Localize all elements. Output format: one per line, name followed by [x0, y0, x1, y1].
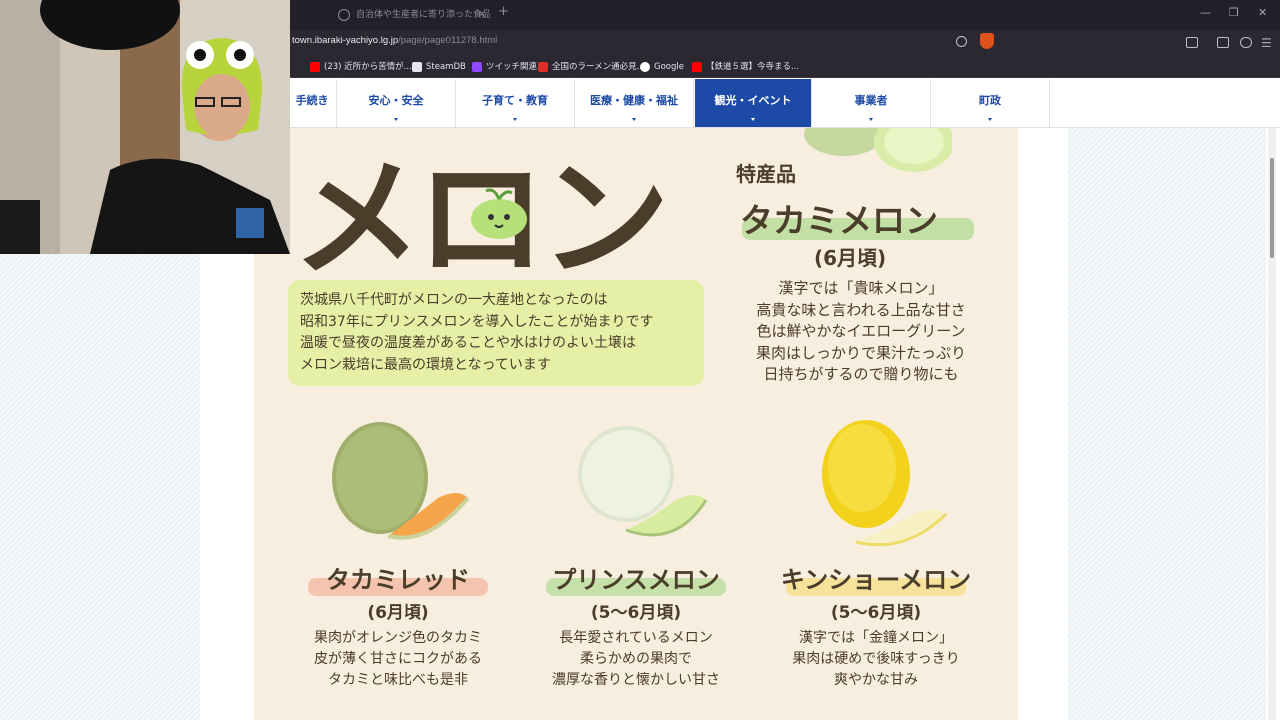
- nav-business[interactable]: 事業者: [812, 79, 931, 127]
- melon-name: プリンスメロン: [552, 566, 720, 594]
- intro-text-box: 茨城県八千代町がメロンの一大産地となったのは 昭和37年にプリンスメロンを導入し…: [288, 280, 704, 386]
- browser-tab[interactable]: 自治体や生産者に寄り添った食品開発 ×: [330, 4, 490, 26]
- nav-tourism[interactable]: 観光・イベント: [695, 79, 812, 127]
- menu-icon[interactable]: ☰: [1261, 36, 1272, 50]
- url-host: town.ibaraki-yachiyo.lg.jp: [292, 35, 399, 46]
- extensions-icon[interactable]: [1186, 37, 1198, 48]
- melon-card-prince: プリンスメロン (5～6月頃) 長年愛されているメロン 柔らかめの果肉で 濃厚な…: [526, 418, 746, 720]
- featured-melon-name: タカミメロン: [740, 201, 938, 240]
- melon-season: (6月頃): [367, 603, 429, 623]
- bookmark-item[interactable]: 全国のラーメン通必見...: [538, 60, 645, 74]
- melon-mascot-icon: [471, 188, 527, 239]
- bookmark-item[interactable]: 【鉄道５選】今寺まる...: [692, 60, 799, 74]
- steamdb-icon: [412, 62, 422, 72]
- melon-card-kinsho: キンショーメロン (5～6月頃) 漢字では「金鐘メロン」 果肉は硬めで後味すっき…: [766, 418, 986, 720]
- melon-season: (5～6月頃): [590, 603, 682, 623]
- nav-administration[interactable]: 町政: [931, 79, 1050, 127]
- new-tab-button[interactable]: +: [498, 4, 509, 19]
- streamer-webcam-image: [0, 0, 290, 254]
- tab-title: 自治体や生産者に寄り添った食品開発: [356, 10, 490, 20]
- specialty-label: 特産品: [736, 162, 796, 186]
- url-field[interactable]: town.ibaraki-yachiyo.lg.jp/page/page0112…: [292, 35, 497, 46]
- minimize-icon[interactable]: —: [1200, 6, 1211, 19]
- bookmark-item[interactable]: Google: [640, 60, 684, 74]
- featured-melon-season: (6月頃): [814, 246, 887, 270]
- kinsho-melon-image: [822, 420, 948, 547]
- folder-icon: [472, 62, 482, 72]
- globe-icon: [338, 9, 350, 21]
- reader-icon[interactable]: [1240, 37, 1252, 48]
- brave-shield-icon[interactable]: [980, 33, 994, 49]
- melon-name: タカミレッド: [326, 566, 470, 594]
- takami-red-melon-image: [332, 422, 470, 540]
- zoom-icon[interactable]: [956, 36, 967, 47]
- bookmark-item[interactable]: (23) 近所から苦情が...: [310, 60, 412, 74]
- youtube-icon: [310, 62, 320, 72]
- close-window-icon[interactable]: ✕: [1258, 6, 1267, 19]
- melon-season: (5～6月頃): [830, 603, 922, 623]
- melon-name: キンショーメロン: [780, 566, 972, 594]
- honeydew-melon-image: [804, 128, 952, 172]
- featured-melon-description: 漢字では「貴味メロン」 高貴な味と言われる上品な甘さ 色は鮮やかなイエローグリー…: [755, 279, 966, 383]
- close-icon[interactable]: ×: [478, 4, 486, 26]
- intro-line: 昭和37年にプリンスメロンを導入したことが始まりです: [300, 313, 654, 330]
- left-background: [0, 254, 200, 720]
- melon-description: 果肉がオレンジ色のタカミ 皮が薄く甘さにコクがある タカミと味比べも是非: [314, 630, 482, 688]
- intro-line: 温暖で昼夜の温度差があることや水はけのよい土壌は: [300, 335, 636, 351]
- webcam-overlay: [0, 0, 290, 254]
- nav-childcare[interactable]: 子育て・教育: [456, 79, 575, 127]
- bookmark-item[interactable]: SteamDB: [412, 60, 466, 74]
- url-path: /page/page011278.html: [398, 35, 498, 46]
- site-icon: [538, 62, 548, 72]
- melon-description: 漢字では「金鐘メロン」 果肉は硬めで後味すっきり 爽やかな甘み: [792, 630, 960, 688]
- nav-safety[interactable]: 安心・安全: [337, 79, 456, 127]
- melon-poster: メロン 特産品 タカミメロン (6月頃) 漢字では「貴味メロン」 高貴な味と言わ…: [254, 128, 1018, 720]
- youtube-icon: [692, 62, 702, 72]
- sidebar-icon[interactable]: [1217, 37, 1229, 48]
- intro-line: 茨城県八千代町がメロンの一大産地となったのは: [300, 292, 608, 308]
- scrollbar-thumb[interactable]: [1270, 158, 1274, 258]
- prince-melon-image: [578, 426, 708, 537]
- nav-health[interactable]: 医療・健康・福祉: [575, 79, 694, 127]
- melon-card-takami-red: タカミレッド (6月頃) 果肉がオレンジ色のタカミ 皮が薄く甘さにコクがある タ…: [288, 418, 508, 720]
- melon-description: 長年愛されているメロン 柔らかめの果肉で 濃厚な香りと懐かしい甘さ: [552, 630, 720, 688]
- restore-icon[interactable]: ❐: [1229, 6, 1239, 19]
- right-background: [1068, 128, 1266, 720]
- intro-line: メロン栽培に最高の環境となっています: [300, 356, 551, 373]
- bookmark-item[interactable]: ツイッチ関連: [472, 60, 537, 74]
- google-icon: [640, 62, 650, 72]
